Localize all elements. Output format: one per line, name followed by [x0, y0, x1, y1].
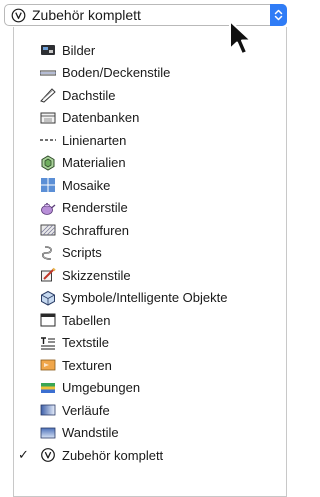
- menu-item-datenbanken[interactable]: Datenbanken: [14, 107, 286, 130]
- popup-selected-label: Zubehör komplett: [32, 7, 141, 23]
- menu-item-dachstile[interactable]: Dachstile: [14, 84, 286, 107]
- menu-item-label: Mosaike: [62, 177, 111, 193]
- menu-item-label: Bilder: [62, 42, 96, 58]
- hatch-icon: [40, 222, 56, 238]
- environment-icon: [40, 380, 56, 396]
- circled-v-icon: [11, 8, 26, 23]
- menu-item-label: Zubehör komplett: [62, 447, 164, 463]
- mouse-pointer-icon: [229, 20, 252, 55]
- menu-item-scripts[interactable]: Scripts: [14, 242, 286, 265]
- menu-item-symbole[interactable]: Symbole/Intelligente Objekte: [14, 287, 286, 310]
- menu-item-label: Symbole/Intelligente Objekte: [62, 290, 228, 306]
- chevron-up-down-icon[interactable]: [270, 4, 287, 26]
- roof-icon: [40, 87, 56, 103]
- menu-item-zubehoer-komplett[interactable]: ✓ Zubehör komplett: [14, 444, 286, 467]
- menu-item-schraffuren[interactable]: Schraffuren: [14, 219, 286, 242]
- table-icon: [40, 312, 56, 328]
- menu-item-label: Schraffuren: [62, 222, 129, 238]
- wall-icon: [40, 425, 56, 441]
- menu-item-label: Dachstile: [62, 87, 116, 103]
- menu-item-wandstile[interactable]: Wandstile: [14, 422, 286, 445]
- dashed-line-icon: [40, 132, 56, 148]
- teapot-icon: [40, 200, 56, 216]
- menu-item-label: Boden/Deckenstile: [62, 65, 171, 81]
- menu-item-label: Tabellen: [62, 312, 111, 328]
- menu-item-label: Materialien: [62, 155, 126, 171]
- menu-item-texturen[interactable]: Texturen: [14, 354, 286, 377]
- image-icon: [40, 42, 56, 58]
- database-icon: [40, 110, 56, 126]
- texture-icon: [40, 357, 56, 373]
- menu-item-verlaeufe[interactable]: Verläufe: [14, 399, 286, 422]
- menu-item-boden-deckenstile[interactable]: Boden/Deckenstile: [14, 62, 286, 85]
- menu-item-linienarten[interactable]: Linienarten: [14, 129, 286, 152]
- menu-item-label: Umgebungen: [62, 380, 141, 396]
- resource-type-menu: Bilder Boden/Deckenstile Dachstile Daten…: [13, 27, 287, 497]
- menu-item-label: Scripts: [62, 245, 102, 261]
- mosaic-icon: [40, 177, 56, 193]
- menu-item-label: Texturen: [62, 357, 112, 373]
- sketch-icon: [40, 267, 56, 283]
- text-style-icon: [40, 335, 56, 351]
- menu-item-textstile[interactable]: Textstile: [14, 332, 286, 355]
- menu-item-label: Datenbanken: [62, 110, 140, 126]
- menu-item-renderstile[interactable]: Renderstile: [14, 197, 286, 220]
- checkmark-icon: ✓: [18, 447, 29, 462]
- symbol-icon: [40, 290, 56, 306]
- menu-item-label: Verläufe: [62, 402, 110, 418]
- menu-item-label: Textstile: [62, 335, 109, 351]
- circled-v-icon: [40, 447, 56, 463]
- menu-item-umgebungen[interactable]: Umgebungen: [14, 377, 286, 400]
- menu-item-label: Skizzenstile: [62, 267, 131, 283]
- slab-icon: [39, 65, 57, 81]
- material-icon: [40, 155, 56, 171]
- menu-item-materialien[interactable]: Materialien: [14, 152, 286, 175]
- menu-list: Bilder Boden/Deckenstile Dachstile Daten…: [14, 39, 286, 467]
- menu-item-mosaike[interactable]: Mosaike: [14, 174, 286, 197]
- menu-item-label: Renderstile: [62, 200, 128, 216]
- script-icon: [40, 245, 56, 261]
- menu-item-tabellen[interactable]: Tabellen: [14, 309, 286, 332]
- menu-item-skizzenstile[interactable]: Skizzenstile: [14, 264, 286, 287]
- menu-item-label: Linienarten: [62, 132, 127, 148]
- menu-item-label: Wandstile: [62, 425, 119, 441]
- gradient-icon: [40, 402, 56, 418]
